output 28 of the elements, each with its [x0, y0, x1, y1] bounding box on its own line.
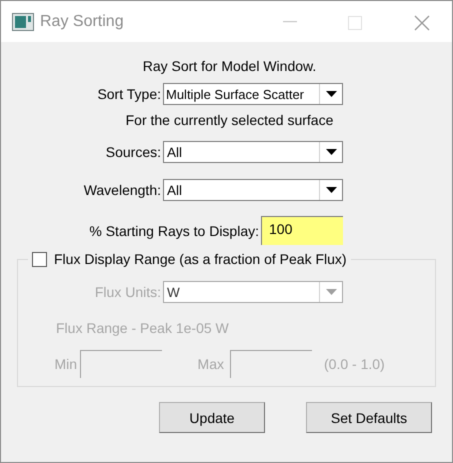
input-field[interactable]: 100 [261, 216, 343, 245]
dialog-button[interactable]: Update [159, 402, 265, 433]
range-hint: (0.0 - 1.0) [324, 356, 385, 372]
group-label: Flux Display Range (as a fraction of Peak Flux) [54, 251, 347, 267]
caret-icon [326, 149, 336, 155]
field-label: % Starting Rays to Display: [88, 222, 260, 238]
close-icon[interactable] [414, 15, 430, 31]
min-label: Min [53, 356, 78, 372]
app-icon [12, 12, 34, 30]
dropdown[interactable]: All [163, 141, 343, 163]
flux-units-label: Flux Units: [94, 284, 162, 300]
flux-range-text: Flux Range - Peak 1e-05 W [56, 320, 230, 338]
dialog-button[interactable]: Set Defaults [306, 402, 432, 433]
window-title: Ray Sorting [40, 12, 124, 30]
caret-icon [326, 91, 336, 97]
field-label: Sources: [104, 144, 162, 160]
minimize-icon[interactable] [283, 21, 297, 23]
checkbox[interactable] [32, 252, 47, 266]
dialog-heading: Ray Sort for Model Window. [142, 58, 318, 76]
sort-type-label: Sort Type: [96, 86, 162, 102]
field-label: Wavelength: [82, 182, 162, 198]
max-label: Max [196, 356, 225, 372]
dropdown[interactable]: All [163, 179, 343, 201]
sort-type-dropdown[interactable]: Multiple Surface Scatter [163, 83, 343, 105]
caret-icon [326, 187, 336, 193]
caret-icon [326, 289, 336, 295]
maximize-icon[interactable] [348, 16, 362, 30]
surface-note: For the currently selected surface [124, 112, 334, 130]
